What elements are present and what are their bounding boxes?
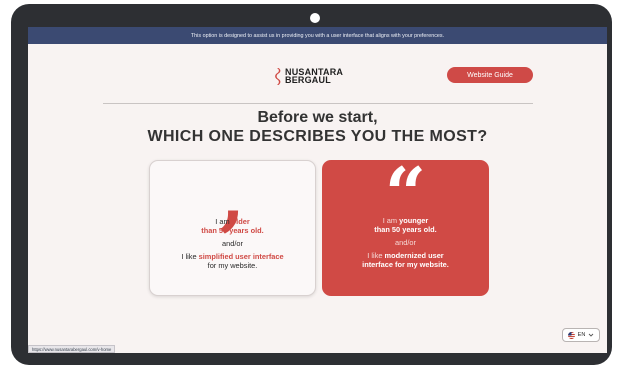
- brand-logo[interactable]: NUSANTARA BERGAUL: [275, 66, 343, 86]
- option-card-older[interactable]: , I am older than 50 years old. and/or I…: [149, 160, 316, 296]
- option-line: interface for my website.: [362, 260, 449, 269]
- option-andor: and/or: [395, 238, 416, 247]
- us-flag-icon: [567, 331, 575, 339]
- logo-line-2: BERGAUL: [285, 75, 331, 85]
- option-accent: older: [231, 217, 250, 226]
- option-andor: and/or: [222, 239, 243, 248]
- website-guide-button[interactable]: Website Guide: [447, 67, 533, 83]
- option-line: I am: [382, 216, 400, 225]
- option-accent: modernized user: [384, 251, 444, 260]
- header-divider: [103, 103, 533, 104]
- option-accent-line: than 50 years old.: [374, 225, 437, 234]
- option-accent: simplified user interface: [198, 252, 284, 261]
- browser-screen: This option is designed to assist us in …: [28, 27, 607, 353]
- logo-text: NUSANTARA BERGAUL: [285, 67, 343, 85]
- heading-line-1: Before we start,: [257, 109, 378, 126]
- option-line: I like: [181, 252, 199, 261]
- option-line: I like: [367, 251, 385, 260]
- top-banner: This option is designed to assist us in …: [28, 27, 607, 44]
- option-text-younger: I am younger than 50 years old. and/or I…: [322, 216, 489, 269]
- brand-ribbon-icon: [275, 67, 281, 85]
- option-line: for my website.: [207, 261, 258, 270]
- chevron-down-icon: [588, 333, 594, 337]
- camera-icon: [310, 13, 320, 23]
- language-label: EN: [577, 332, 586, 338]
- option-line: I am: [215, 217, 232, 226]
- option-card-younger[interactable]: “ I am younger than 50 years old. and/or…: [322, 158, 489, 296]
- option-accent-line: than 50 years old.: [201, 226, 264, 235]
- option-text-older: I am older than 50 years old. and/or I l…: [150, 217, 315, 270]
- status-bar-url: https://www.nusantarabergaul.com/v-home: [28, 345, 116, 353]
- option-accent: younger: [399, 216, 429, 225]
- banner-text: This option is designed to assist us in …: [190, 32, 445, 39]
- page-heading: Before we start, WHICH ONE DESCRIBES YOU…: [28, 108, 607, 146]
- heading-line-2: WHICH ONE DESCRIBES YOU THE MOST?: [147, 128, 488, 145]
- language-selector[interactable]: EN: [562, 328, 600, 342]
